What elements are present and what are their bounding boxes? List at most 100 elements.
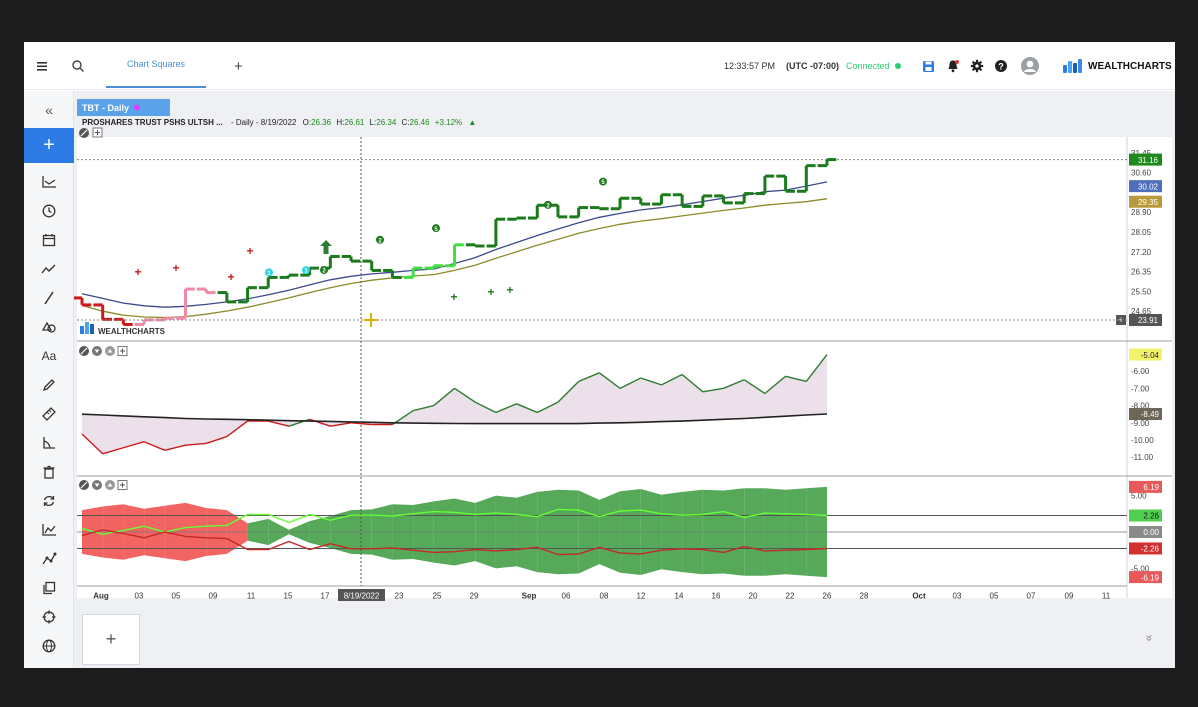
menu-icon[interactable] (36, 42, 50, 90)
help-icon[interactable]: ? (994, 42, 1008, 90)
indicator-icon[interactable] (24, 515, 74, 544)
x-axis-label: Aug (93, 592, 109, 601)
bands-tick-label: 5.00 (1131, 492, 1147, 501)
save-icon[interactable] (922, 42, 935, 90)
line-draw-icon[interactable] (24, 283, 74, 312)
connection-status: Connected (846, 42, 901, 90)
top-bar: Chart Squares + 12:33:57 PM (UTC -07:00)… (24, 42, 1175, 90)
add-chart-button[interactable]: + (82, 614, 140, 665)
user-avatar-icon[interactable] (1020, 42, 1040, 90)
globe-icon[interactable] (24, 631, 74, 660)
price-panel-controls (79, 127, 103, 138)
x-axis-label: 09 (209, 592, 218, 601)
chart-canvas[interactable]: TBT - Daily PROSHARES TRUST PSHS ULTSH .… (74, 91, 1175, 603)
pattern-icon[interactable] (24, 544, 74, 573)
oscillator-tag-label: -8.49 (1141, 410, 1160, 419)
x-axis-label: 22 (786, 592, 795, 601)
expand-down-icon[interactable]: » (1142, 635, 1156, 642)
bands-tag-label: 2.26 (1143, 512, 1159, 521)
price-tick-label: 28.05 (1131, 228, 1152, 237)
x-axis-label: 16 (712, 592, 721, 601)
x-axis-label: 17 (321, 592, 330, 601)
text-icon[interactable]: Aa (24, 341, 74, 370)
x-axis-label: 14 (675, 592, 684, 601)
trend-icon[interactable] (24, 254, 74, 283)
bands-tag-label: 6.19 (1143, 483, 1159, 492)
x-axis-label: 15 (284, 592, 293, 601)
high-value: 26.61 (344, 118, 365, 127)
signal-cross-marker: + (134, 265, 141, 279)
low-label: L: (370, 118, 377, 127)
open-label: O: (303, 118, 311, 127)
signal-cross-marker: + (246, 244, 253, 258)
x-axis-label: 05 (990, 592, 999, 601)
signal-cross-marker: + (172, 261, 179, 275)
x-axis-label: 25 (433, 592, 442, 601)
crosshair-date-label: 8/19/2022 (344, 592, 380, 601)
collapse-icon[interactable]: « (24, 95, 74, 124)
add-tab-icon[interactable]: + (234, 42, 243, 90)
x-axis-label: 20 (749, 592, 758, 601)
x-axis-label: 08 (600, 592, 609, 601)
symbol-dot-icon (134, 104, 140, 111)
oscillator-tick-label: -6.00 (1131, 367, 1150, 376)
x-axis-label: 03 (953, 592, 962, 601)
alert-bell-icon[interactable] (946, 42, 960, 90)
oscillator-tag-label: -5.04 (1141, 351, 1160, 360)
ruler-icon[interactable] (24, 399, 74, 428)
bands-tag-label: -2.26 (1141, 545, 1160, 554)
trash-icon[interactable] (24, 457, 74, 486)
low-value: 26.34 (376, 118, 397, 127)
svg-text:WEALTHCHARTS: WEALTHCHARTS (98, 327, 166, 336)
x-axis-label: 29 (470, 592, 479, 601)
signal-cross-marker: + (450, 290, 457, 304)
status-dot-icon (894, 63, 901, 69)
signal-cross-marker: + (227, 270, 234, 284)
signal-cross-marker: + (506, 283, 513, 297)
settings-gear-icon[interactable] (970, 42, 984, 90)
calendar-icon[interactable] (24, 225, 74, 254)
tab-label: Chart Squares (126, 59, 186, 69)
x-axis-label: 12 (637, 592, 646, 601)
refresh-icon[interactable] (24, 486, 74, 515)
oscillator-tick-label: -7.00 (1131, 384, 1150, 393)
pencil-icon[interactable] (24, 370, 74, 399)
clock-time: 12:33:57 PM (724, 61, 776, 71)
add-icon[interactable]: + (24, 128, 74, 163)
x-axis-label: 05 (172, 592, 181, 601)
chart-area: TBT - Daily PROSHARES TRUST PSHS ULTSH .… (74, 91, 1175, 668)
symbol-description: PROSHARES TRUST PSHS ULTSH ... (82, 118, 223, 127)
x-axis-label: 09 (1065, 592, 1074, 601)
price-tag-label: 29.35 (1138, 198, 1159, 207)
bottom-bar: + » (74, 603, 1175, 668)
x-axis-label: Oct (912, 592, 926, 601)
x-axis-label: 03 (135, 592, 144, 601)
price-tick-label: 26.35 (1131, 268, 1152, 277)
oscillator-tick-label: -10.00 (1131, 436, 1154, 445)
shapes-icon[interactable] (24, 312, 74, 341)
layers-icon[interactable] (24, 573, 74, 602)
angle-icon[interactable] (24, 428, 74, 457)
oscillator-tick-label: -9.00 (1131, 419, 1150, 428)
oscillator-tick-label: -11.00 (1131, 453, 1154, 462)
interval-label: - Daily - 8/19/2022 (231, 118, 297, 127)
app-window: Chart Squares + 12:33:57 PM (UTC -07:00)… (24, 42, 1175, 668)
x-axis-label: 28 (860, 592, 869, 601)
price-tick-label: 28.90 (1131, 208, 1152, 217)
chart-type-icon[interactable] (24, 167, 74, 196)
bands-tag-label: -6.19 (1141, 573, 1160, 582)
x-axis-label: 11 (1102, 592, 1111, 601)
tab-chart-squares[interactable]: Chart Squares (106, 42, 206, 88)
high-label: H: (336, 118, 344, 127)
timezone: (UTC -07:00) (786, 61, 840, 71)
clock-icon[interactable] (24, 196, 74, 225)
close-value: 26.46 (410, 118, 431, 127)
price-tick-label: 27.20 (1131, 248, 1152, 257)
crosshair-icon[interactable] (24, 602, 74, 631)
search-icon[interactable] (71, 42, 85, 90)
x-axis-label: 11 (247, 592, 256, 601)
x-axis-label: 07 (1027, 592, 1036, 601)
ohlc-legend: PROSHARES TRUST PSHS ULTSH ... - Daily -… (82, 118, 476, 127)
x-axis-label: 26 (823, 592, 832, 601)
close-label: C: (402, 118, 410, 127)
